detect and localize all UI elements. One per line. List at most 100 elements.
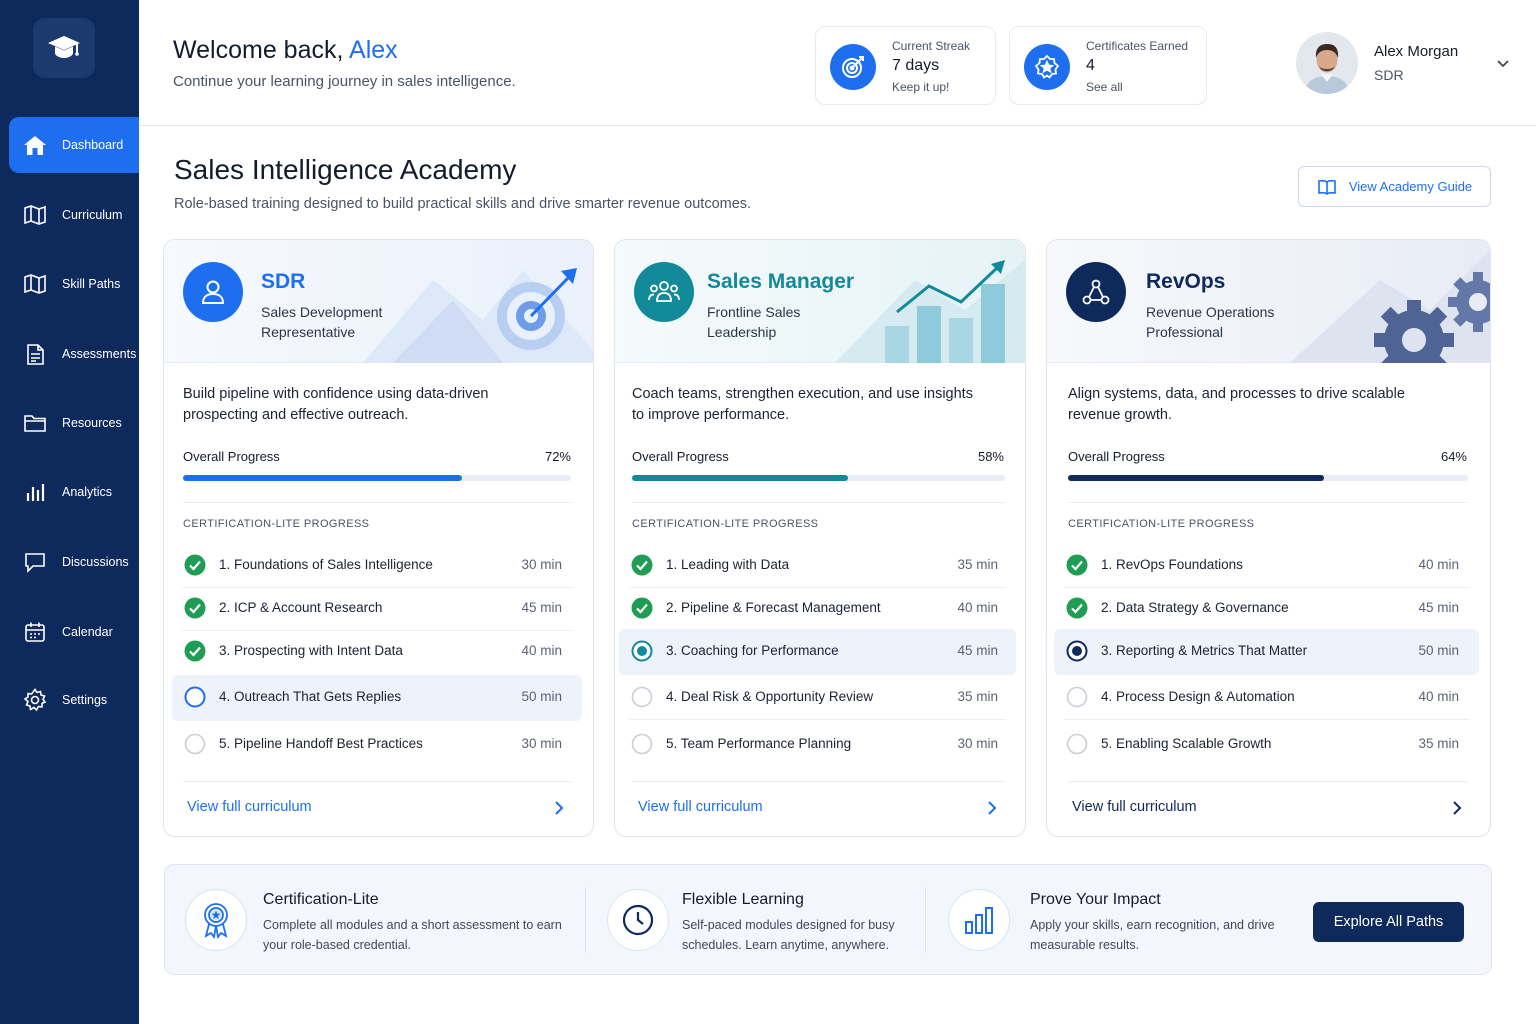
certification-heading: CERTIFICATION-LITE PROGRESS bbox=[632, 518, 819, 530]
module-name: 5. Pipeline Handoff Best Practices bbox=[219, 736, 423, 751]
module-item[interactable]: 2. ICP & Account Research 45 min bbox=[172, 586, 582, 631]
team-icon bbox=[634, 262, 694, 322]
module-item[interactable]: 4. Deal Risk & Opportunity Review 35 min bbox=[619, 675, 1016, 720]
benefit-title: Flexible Learning bbox=[682, 891, 804, 908]
progress-label: Overall Progress bbox=[1068, 449, 1165, 464]
welcome-subtitle: Continue your learning journey in sales … bbox=[173, 73, 516, 90]
academy-logo[interactable] bbox=[33, 18, 95, 78]
progress-percent: 64% bbox=[1440, 449, 1467, 464]
module-item[interactable]: 2. Data Strategy & Governance 45 min bbox=[1054, 586, 1479, 630]
module-item[interactable]: 5. Pipeline Handoff Best Practices 30 min bbox=[172, 722, 582, 766]
divider bbox=[183, 502, 571, 503]
module-name: 4. Deal Risk & Opportunity Review bbox=[666, 689, 874, 704]
badge-star-icon bbox=[1024, 44, 1070, 90]
avatar[interactable] bbox=[1296, 32, 1358, 94]
check-circle-icon bbox=[1066, 597, 1088, 619]
sidebar-item-skill-paths[interactable]: Skill Paths bbox=[9, 256, 139, 312]
gear-icon bbox=[22, 687, 48, 713]
chevron-right-icon[interactable] bbox=[1452, 800, 1462, 821]
network-nodes-icon bbox=[1066, 262, 1126, 322]
module-name: 1. RevOps Foundations bbox=[1101, 557, 1243, 572]
sidebar-item-analytics[interactable]: Analytics bbox=[9, 464, 139, 520]
module-name: 1. Foundations of Sales Intelligence bbox=[219, 557, 433, 572]
module-item[interactable]: 3. Coaching for Performance 45 min bbox=[619, 629, 1016, 675]
sidebar-item-label: Discussions bbox=[62, 555, 129, 569]
role-card-sales-manager: Sales Manager Frontline Sales Leadership… bbox=[614, 239, 1026, 837]
graduation-cap-icon bbox=[48, 36, 80, 58]
module-name: 2. ICP & Account Research bbox=[219, 600, 383, 615]
progress-bar bbox=[632, 475, 1005, 481]
sidebar-item-label: Assessments bbox=[62, 347, 137, 361]
module-name: 3. Prospecting with Intent Data bbox=[219, 643, 403, 658]
progress-bar bbox=[1068, 475, 1468, 481]
chevron-down-icon[interactable] bbox=[1496, 56, 1510, 74]
module-item[interactable]: 5. Team Performance Planning 30 min bbox=[619, 722, 1016, 766]
clipboard-icon bbox=[22, 341, 48, 367]
clock-icon bbox=[607, 889, 669, 951]
module-duration: 30 min bbox=[957, 736, 998, 751]
module-duration: 40 min bbox=[1418, 689, 1459, 704]
module-item[interactable]: 2. Pipeline & Forecast Management 40 min bbox=[619, 586, 1016, 630]
module-item[interactable]: 4. Process Design & Automation 40 min bbox=[1054, 675, 1479, 720]
sidebar-item-label: Dashboard bbox=[62, 138, 124, 152]
view-full-curriculum-link[interactable]: View full curriculum bbox=[187, 799, 312, 815]
welcome-user-name: Alex bbox=[349, 36, 398, 64]
check-circle-icon bbox=[631, 597, 653, 619]
sidebar-item-resources[interactable]: Resources bbox=[9, 395, 139, 451]
divider bbox=[632, 502, 1005, 503]
sidebar: Dashboard Curriculum Skill Paths Assessm… bbox=[0, 0, 139, 1024]
module-item[interactable]: 1. Foundations of Sales Intelligence 30 m… bbox=[172, 543, 582, 588]
user-role: SDR bbox=[1374, 67, 1404, 83]
view-academy-guide-button[interactable]: View Academy Guide bbox=[1298, 166, 1491, 207]
radio-empty-icon bbox=[184, 733, 206, 755]
chevron-right-icon[interactable] bbox=[554, 800, 564, 821]
progress-bar bbox=[183, 475, 571, 481]
module-name: 5. Team Performance Planning bbox=[666, 736, 852, 751]
check-circle-icon bbox=[184, 554, 206, 576]
sidebar-item-calendar[interactable]: Calendar bbox=[9, 604, 139, 660]
map-icon bbox=[22, 271, 48, 297]
module-item[interactable]: 5. Enabling Scalable Growth 35 min bbox=[1054, 722, 1479, 766]
sidebar-item-discussions[interactable]: Discussions bbox=[9, 534, 139, 590]
module-item[interactable]: 3. Prospecting with Intent Data 40 min bbox=[172, 629, 582, 673]
divider bbox=[1068, 781, 1468, 782]
benefit-text: Self-paced modules designed for busy sch… bbox=[682, 918, 895, 952]
page-subtitle: Role-based training designed to build pr… bbox=[174, 196, 752, 212]
module-item[interactable]: 1. Leading with Data 35 min bbox=[619, 543, 1016, 588]
benefit-title: Certification-Lite bbox=[263, 891, 379, 908]
role-subtitle: Revenue Operations Professional bbox=[1146, 304, 1275, 340]
view-full-curriculum-link[interactable]: View full curriculum bbox=[1072, 799, 1197, 815]
module-name: 2. Data Strategy & Governance bbox=[1101, 600, 1289, 615]
role-card-revops: RevOps Revenue Operations Professional A… bbox=[1046, 239, 1491, 837]
sidebar-item-dashboard[interactable]: Dashboard bbox=[9, 117, 139, 173]
progress-bar-fill bbox=[1068, 475, 1324, 481]
view-full-curriculum-link[interactable]: View full curriculum bbox=[638, 799, 763, 815]
sidebar-item-assessments[interactable]: Assessments bbox=[9, 326, 139, 382]
role-title: SDR bbox=[261, 270, 306, 293]
role-subtitle: Frontline Sales Leadership bbox=[707, 304, 801, 340]
sidebar-item-curriculum[interactable]: Curriculum bbox=[9, 187, 139, 243]
benefits-banner: Certification-Lite Complete all modules … bbox=[164, 864, 1492, 975]
home-icon bbox=[22, 132, 48, 158]
module-duration: 45 min bbox=[957, 643, 998, 658]
module-name: 3. Reporting & Metrics That Matter bbox=[1101, 643, 1308, 658]
explore-all-paths-button[interactable]: Explore All Paths bbox=[1313, 902, 1464, 942]
progress-percent: 72% bbox=[544, 449, 571, 464]
progress-bar-fill bbox=[632, 475, 849, 481]
benefit-title: Prove Your Impact bbox=[1030, 891, 1161, 908]
module-duration: 35 min bbox=[957, 689, 998, 704]
module-item[interactable]: 4. Outreach That Gets Replies 50 min bbox=[172, 675, 582, 721]
module-duration: 50 min bbox=[521, 689, 562, 704]
chevron-right-icon[interactable] bbox=[987, 800, 997, 821]
sidebar-item-label: Settings bbox=[62, 693, 108, 707]
certificates-card: Certificates Earned 4 See all bbox=[1009, 26, 1207, 105]
streak-note: Keep it up! bbox=[892, 80, 950, 94]
sidebar-item-settings[interactable]: Settings bbox=[9, 672, 139, 728]
check-circle-icon bbox=[631, 554, 653, 576]
module-item[interactable]: 3. Reporting & Metrics That Matter 50 min bbox=[1054, 629, 1479, 675]
module-duration: 35 min bbox=[1418, 736, 1459, 751]
streak-value: 7 days bbox=[892, 57, 940, 74]
module-item[interactable]: 1. RevOps Foundations 40 min bbox=[1054, 543, 1479, 588]
certification-heading: CERTIFICATION-LITE PROGRESS bbox=[1068, 518, 1255, 530]
see-all-certificates-link[interactable]: See all bbox=[1086, 80, 1123, 94]
